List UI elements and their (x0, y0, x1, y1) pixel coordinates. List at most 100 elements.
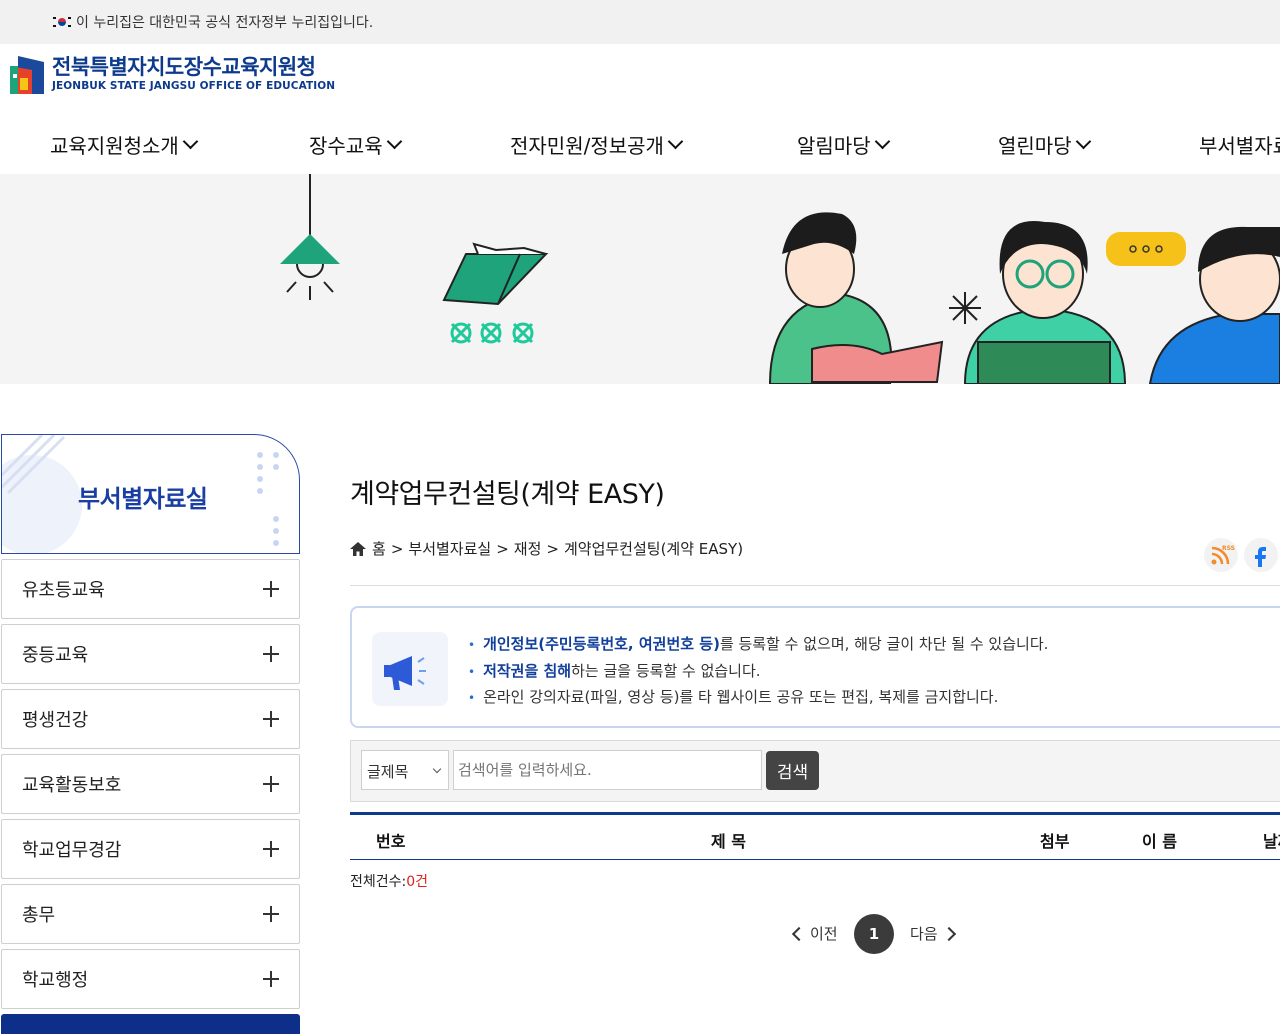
breadcrumb-item[interactable]: 재정 (514, 538, 542, 559)
prev-label: 이전 (810, 925, 838, 943)
column-number: 번호 (376, 832, 406, 851)
nav-item-dept-archive[interactable]: 부서별자료실 (1199, 130, 1280, 159)
main-nav: 교육지원청소개 장수교육 전자민원/정보공개 알림마당 열린마당 부서별자료실 (0, 130, 1280, 174)
plus-icon (263, 581, 279, 597)
breadcrumb-separator: > (546, 539, 559, 558)
nav-item-about[interactable]: 교육지원청소개 (50, 130, 199, 159)
home-icon[interactable] (350, 541, 366, 556)
chevron-down-icon (874, 133, 890, 150)
next-label: 다음 (910, 925, 938, 943)
notice-line: 개인정보(주민등록번호, 여권번호 등)를 등록할 수 없으며, 해당 글이 차… (468, 632, 1048, 659)
nav-item-open[interactable]: 열린마당 (998, 130, 1091, 159)
notice-text: 온라인 강의자료(파일, 영상 등)를 타 웹사이트 공유 또는 편집, 복제를… (483, 688, 999, 706)
chevron-down-icon (667, 133, 684, 150)
next-page-button[interactable]: 다음 (910, 923, 956, 944)
breadcrumb-separator: > (390, 539, 404, 558)
chevron-down-icon (386, 133, 402, 150)
logo-subtitle: JEONBUK STATE JANGSU OFFICE OF EDUCATION (52, 80, 336, 92)
notice-list: 개인정보(주민등록번호, 여권번호 등)를 등록할 수 없으며, 해당 글이 차… (468, 632, 1048, 712)
search-bar: 글제목 검색 (350, 740, 1280, 802)
notice-emphasis: 개인정보(주민등록번호, 여권번호 등) (483, 635, 720, 653)
facebook-icon (1255, 547, 1266, 567)
megaphone-icon (372, 632, 448, 706)
nav-label: 열린마당 (998, 134, 1072, 158)
notice-text: 하는 글을 등록할 수 없습니다. (571, 661, 761, 680)
korea-flag-icon (52, 15, 72, 29)
svg-text:RSS: RSS (1222, 545, 1235, 552)
plus-icon (263, 646, 279, 662)
column-name: 이 름 (1142, 832, 1178, 851)
rss-button[interactable]: RSS (1204, 538, 1238, 572)
sidebar-item-lifelong-health[interactable]: 평생건강 (1, 689, 300, 749)
sidebar-item-school-admin[interactable]: 학교행정 (1, 949, 300, 1009)
column-date: 날짜 (1263, 832, 1280, 851)
nav-item-notice[interactable]: 알림마당 (797, 130, 890, 159)
nav-label: 장수교육 (309, 134, 383, 158)
notice-text: 를 등록할 수 없으며, 해당 글이 차단 될 수 있습니다. (719, 635, 1049, 653)
sidebar-item-workload-reduction[interactable]: 학교업무경감 (1, 819, 300, 879)
sidebar-item-general-affairs[interactable]: 총무 (1, 884, 300, 944)
sidebar-item-label: 교육활동보호 (22, 775, 122, 796)
chevron-down-icon (432, 764, 442, 774)
rss-icon: RSS (1211, 545, 1235, 565)
breadcrumb-home[interactable]: 홈 (372, 538, 386, 559)
site-header: 전북특별자치도장수교육지원청 JEONBUK STATE JANGSU OFFI… (0, 44, 1280, 174)
sidebar-header: 부서별자료실 (1, 434, 300, 554)
chevron-down-icon (1075, 133, 1091, 150)
posting-notice-box: 개인정보(주민등록번호, 여권번호 등)를 등록할 수 없으며, 해당 글이 차… (350, 606, 1280, 728)
total-label: 전체건수: (350, 874, 407, 890)
nav-label: 부서별자료실 (1199, 134, 1280, 158)
nav-item-civil-service[interactable]: 전자민원/정보공개 (510, 130, 684, 159)
notice-line: 온라인 강의자료(파일, 영상 등)를 타 웹사이트 공유 또는 편집, 복제를… (468, 685, 1048, 712)
pagination: 이전 1 다음 (790, 914, 990, 954)
sidebar-item-active[interactable] (1, 1014, 300, 1034)
plus-icon (263, 711, 279, 727)
gov-notice-bar: 이 누리집은 대한민국 공식 전자정부 누리집입니다. (0, 0, 1280, 44)
total-count: 전체건수:0건 (350, 871, 428, 891)
sidebar-item-education-protection[interactable]: 교육활동보호 (1, 754, 300, 814)
sidebar-item-label: 총무 (22, 905, 56, 926)
plus-icon (263, 971, 279, 987)
sidebar-item-elementary[interactable]: 유초등교육 (1, 559, 300, 619)
nav-label: 교육지원청소개 (50, 134, 179, 158)
gov-notice-text: 이 누리집은 대한민국 공식 전자정부 누리집입니다. (76, 15, 374, 31)
sidebar-item-label: 평생건강 (22, 710, 89, 731)
hero-banner (0, 174, 1280, 384)
prev-page-button[interactable]: 이전 (791, 923, 838, 944)
page-title: 계약업무컨설팅(계약 EASY) (350, 479, 665, 510)
nav-label: 알림마당 (797, 134, 871, 158)
logo-title: 전북특별자치도장수교육지원청 (52, 55, 316, 79)
site-logo[interactable]: 전북특별자치도장수교육지원청 JEONBUK STATE JANGSU OFFI… (8, 54, 335, 94)
sidebar-item-label: 학교업무경감 (22, 840, 122, 861)
plus-icon (263, 841, 279, 857)
breadcrumb-current: 계약업무컨설팅(계약 EASY) (563, 540, 744, 558)
chevron-left-icon (791, 926, 807, 941)
search-input[interactable] (453, 750, 762, 790)
notice-emphasis: 저작권을 침해 (483, 661, 572, 680)
sidebar-item-label: 유초등교육 (22, 580, 105, 601)
breadcrumb-item[interactable]: 부서별자료실 (408, 538, 491, 559)
notice-line: 저작권을 침해하는 글을 등록할 수 없습니다. (468, 659, 1048, 686)
column-attachment: 첨부 (1040, 832, 1070, 851)
nav-label: 전자민원/정보공개 (510, 134, 664, 158)
sidebar-item-label: 중등교육 (22, 645, 89, 666)
select-value: 글제목 (367, 763, 409, 781)
sidebar-item-label: 학교행정 (22, 970, 89, 991)
plus-icon (263, 906, 279, 922)
divider (350, 585, 1280, 586)
search-field-select[interactable]: 글제목 (361, 750, 449, 790)
chevron-right-icon (941, 926, 956, 941)
banner-illustration (280, 174, 1280, 384)
page-number-current[interactable]: 1 (854, 914, 894, 954)
chevron-down-icon (182, 133, 199, 150)
logo-icon (10, 56, 44, 94)
nav-item-education[interactable]: 장수교육 (309, 130, 402, 159)
facebook-button[interactable] (1244, 538, 1278, 572)
sidebar-item-secondary[interactable]: 중등교육 (1, 624, 300, 684)
search-button[interactable]: 검색 (766, 751, 819, 790)
table-header: 번호 제 목 첨부 이 름 날짜 (350, 812, 1280, 860)
total-value: 0건 (406, 874, 429, 890)
breadcrumb-separator: > (496, 539, 509, 558)
column-title: 제 목 (711, 832, 747, 851)
sidebar-title: 부서별자료실 (78, 485, 208, 513)
